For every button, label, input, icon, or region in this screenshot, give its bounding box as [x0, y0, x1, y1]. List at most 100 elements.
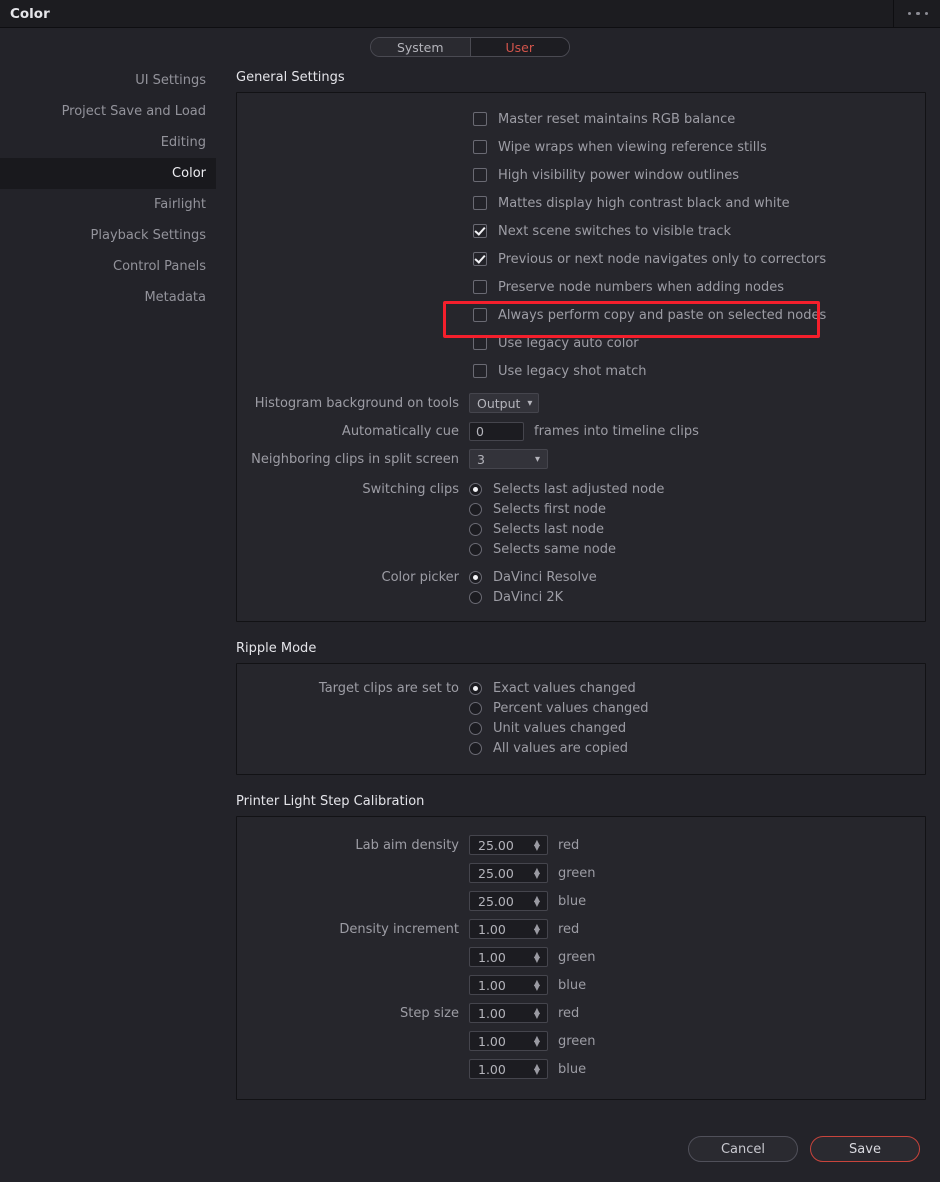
- checkbox-row-mattes-display[interactable]: Mattes display high contrast black and w…: [237, 189, 925, 217]
- radio-icon[interactable]: [469, 701, 482, 715]
- radio-row-davinci-resolve[interactable]: DaVinci Resolve: [469, 567, 597, 587]
- ellipsis-icon[interactable]: [907, 11, 928, 16]
- stepper-arrows-icon[interactable]: ▲ ▼: [534, 1063, 540, 1076]
- radio-icon[interactable]: [469, 590, 482, 604]
- radio-label: Exact values changed: [493, 680, 636, 696]
- automatically-cue-label: Automatically cue: [341, 423, 459, 439]
- page-title: Color: [10, 5, 50, 22]
- radio-icon[interactable]: [469, 502, 482, 516]
- radio-icon[interactable]: [469, 741, 482, 755]
- stepper-arrows-icon[interactable]: ▲ ▼: [534, 839, 540, 852]
- automatically-cue-input[interactable]: 0: [469, 421, 524, 441]
- save-button[interactable]: Save: [810, 1136, 920, 1162]
- stepper-arrows-icon[interactable]: ▲ ▼: [534, 1007, 540, 1020]
- neighboring-clips-select[interactable]: 3 ▾: [469, 449, 548, 469]
- radio-row-selects-last-node[interactable]: Selects last node: [469, 519, 664, 539]
- stepper-arrows-icon[interactable]: ▲ ▼: [534, 895, 540, 908]
- checkbox-label: Previous or next node navigates only to …: [498, 251, 827, 267]
- checkbox-icon[interactable]: [473, 308, 487, 322]
- switching-clips-radio-group: Selects last adjusted node Selects first…: [469, 479, 664, 559]
- lab-aim-density-red-stepper[interactable]: 25.00 ▲ ▼: [469, 835, 548, 855]
- lab-aim-density-label: Lab aim density: [355, 837, 459, 853]
- row-step-size-green: 1.00 ▲ ▼ green: [237, 1027, 925, 1055]
- preferences-tab-switcher[interactable]: System User: [370, 37, 570, 57]
- row-step-size-blue: 1.00 ▲ ▼ blue: [237, 1055, 925, 1083]
- checkbox-icon[interactable]: [473, 224, 487, 238]
- stepper-arrows-icon[interactable]: ▲ ▼: [534, 867, 540, 880]
- tab-user[interactable]: User: [469, 38, 569, 56]
- sidebar-item-metadata[interactable]: Metadata: [0, 282, 216, 313]
- stepper-arrows-icon[interactable]: ▲ ▼: [534, 951, 540, 964]
- checkbox-icon[interactable]: [473, 112, 487, 126]
- checkbox-row-previous-or-next-node[interactable]: Previous or next node navigates only to …: [237, 245, 925, 273]
- sidebar-item-fairlight[interactable]: Fairlight: [0, 189, 216, 220]
- stepper-arrows-icon[interactable]: ▲ ▼: [534, 1035, 540, 1048]
- radio-row-percent-values-changed[interactable]: Percent values changed: [469, 698, 649, 718]
- radio-icon[interactable]: [469, 570, 482, 584]
- checkbox-icon[interactable]: [473, 336, 487, 350]
- step-size-blue-stepper[interactable]: 1.00 ▲ ▼: [469, 1059, 548, 1079]
- stepper-arrows-icon[interactable]: ▲ ▼: [534, 979, 540, 992]
- checkbox-label: Master reset maintains RGB balance: [498, 111, 736, 127]
- radio-row-all-values-are-copied[interactable]: All values are copied: [469, 738, 649, 758]
- stepper-arrows-icon[interactable]: ▲ ▼: [534, 923, 540, 936]
- radio-label: Unit values changed: [493, 720, 627, 736]
- radio-icon[interactable]: [469, 542, 482, 556]
- sidebar-item-playback-settings[interactable]: Playback Settings: [0, 220, 216, 251]
- checkbox-row-always-perform-copy-paste[interactable]: Always perform copy and paste on selecte…: [237, 301, 925, 329]
- checkbox-row-high-visibility[interactable]: High visibility power window outlines: [237, 161, 925, 189]
- checkbox-row-master-reset[interactable]: Master reset maintains RGB balance: [237, 105, 925, 133]
- checkbox-row-use-legacy-auto-color[interactable]: Use legacy auto color: [237, 329, 925, 357]
- histogram-background-select[interactable]: Output ▾: [469, 393, 540, 413]
- checkbox-row-use-legacy-shot-match[interactable]: Use legacy shot match: [237, 357, 925, 385]
- row-lab-aim-density-red: Lab aim density 25.00 ▲ ▼ red: [237, 831, 925, 859]
- chevron-down-icon: ▾: [534, 453, 540, 465]
- channel-label: green: [558, 865, 596, 881]
- radio-row-selects-last-adjusted-node[interactable]: Selects last adjusted node: [469, 479, 664, 499]
- lab-aim-density-green-stepper[interactable]: 25.00 ▲ ▼: [469, 863, 548, 883]
- sidebar-item-editing[interactable]: Editing: [0, 127, 216, 158]
- sidebar-item-color[interactable]: Color: [0, 158, 216, 189]
- checkbox-row-next-scene[interactable]: Next scene switches to visible track: [237, 217, 925, 245]
- radio-icon[interactable]: [469, 681, 482, 695]
- lab-aim-density-blue-stepper[interactable]: 25.00 ▲ ▼: [469, 891, 548, 911]
- density-increment-blue-stepper[interactable]: 1.00 ▲ ▼: [469, 975, 548, 995]
- step-size-label: Step size: [400, 1005, 459, 1021]
- stepper-value: 1.00: [478, 977, 506, 993]
- radio-icon[interactable]: [469, 522, 482, 536]
- color-picker-radio-group: DaVinci Resolve DaVinci 2K: [469, 567, 597, 607]
- sidebar-item-control-panels[interactable]: Control Panels: [0, 251, 216, 282]
- density-increment-green-stepper[interactable]: 1.00 ▲ ▼: [469, 947, 548, 967]
- checkbox-icon[interactable]: [473, 280, 487, 294]
- radio-row-exact-values-changed[interactable]: Exact values changed: [469, 678, 649, 698]
- sidebar-item-project-save-and-load[interactable]: Project Save and Load: [0, 96, 216, 127]
- checkbox-label: High visibility power window outlines: [498, 167, 740, 183]
- row-target-clips: Target clips are set to Exact values cha…: [237, 678, 925, 758]
- sidebar-item-ui-settings[interactable]: UI Settings: [0, 65, 216, 96]
- channel-label: red: [558, 921, 580, 937]
- radio-row-selects-first-node[interactable]: Selects first node: [469, 499, 664, 519]
- checkbox-icon[interactable]: [473, 252, 487, 266]
- cancel-button[interactable]: Cancel: [688, 1136, 798, 1162]
- stepper-value: 1.00: [478, 949, 506, 965]
- checkbox-row-preserve-node-numbers[interactable]: Preserve node numbers when adding nodes: [237, 273, 925, 301]
- tab-system[interactable]: System: [371, 38, 470, 56]
- radio-row-selects-same-node[interactable]: Selects same node: [469, 539, 664, 559]
- checkbox-icon[interactable]: [473, 140, 487, 154]
- histogram-background-label: Histogram background on tools: [254, 395, 459, 411]
- checkbox-icon[interactable]: [473, 196, 487, 210]
- radio-row-unit-values-changed[interactable]: Unit values changed: [469, 718, 649, 738]
- radio-icon[interactable]: [469, 721, 482, 735]
- stepper-value: 25.00: [478, 837, 514, 853]
- channel-label: red: [558, 837, 580, 853]
- checkbox-row-wipe-wraps[interactable]: Wipe wraps when viewing reference stills: [237, 133, 925, 161]
- radio-icon[interactable]: [469, 482, 482, 496]
- section-ripple-mode: Ripple Mode Target clips are set to Exac…: [236, 641, 926, 775]
- row-step-size-red: Step size 1.00 ▲ ▼ red: [237, 999, 925, 1027]
- step-size-red-stepper[interactable]: 1.00 ▲ ▼: [469, 1003, 548, 1023]
- radio-row-davinci-2k[interactable]: DaVinci 2K: [469, 587, 597, 607]
- density-increment-red-stepper[interactable]: 1.00 ▲ ▼: [469, 919, 548, 939]
- checkbox-icon[interactable]: [473, 364, 487, 378]
- step-size-green-stepper[interactable]: 1.00 ▲ ▼: [469, 1031, 548, 1051]
- checkbox-icon[interactable]: [473, 168, 487, 182]
